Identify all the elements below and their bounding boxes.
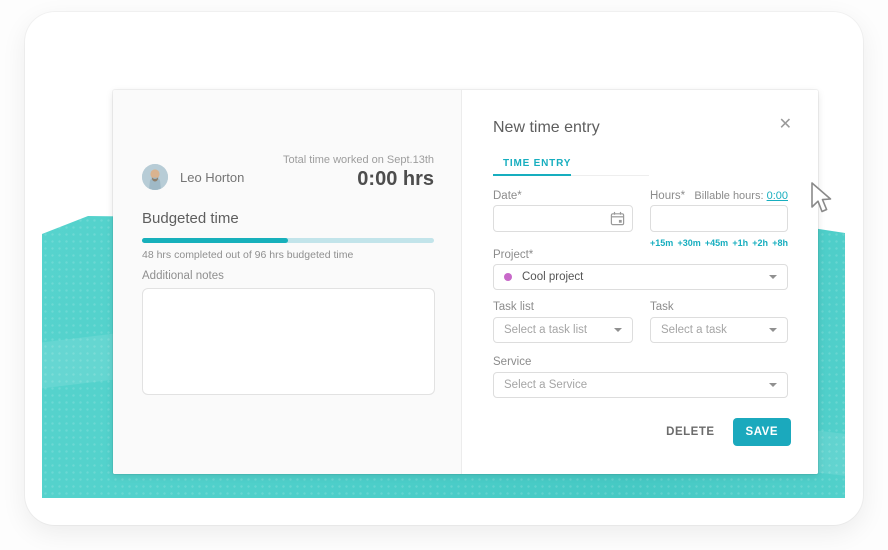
time-entry-modal: Leo Horton Total time worked on Sept.13t… [113,90,818,474]
tab-active-underline [493,174,571,176]
new-time-entry-panel: New time entry ✕ TIME ENTRY Date* Hours*… [462,90,818,474]
service-placeholder: Select a Service [504,379,588,391]
date-label: Date* [493,190,522,202]
billable-hours-label: Billable hours: [694,190,764,202]
project-color-dot [504,273,512,281]
additional-notes-textarea[interactable] [142,288,435,395]
quick-add-2h[interactable]: +2h [752,238,768,248]
budgeted-time-title: Budgeted time [142,210,239,227]
task-list-label: Task list [493,301,534,313]
quick-add-hours-row: +15m +30m +45m +1h +2h +8h [650,238,788,248]
task-list-select[interactable]: Select a task list [493,317,633,343]
chevron-down-icon [769,383,777,387]
quick-add-30m[interactable]: +30m [677,238,700,248]
dialog-title: New time entry [493,119,600,136]
quick-add-1h[interactable]: +1h [732,238,748,248]
billable-hours: Billable hours: 0:00 [694,190,788,202]
calendar-icon[interactable] [610,211,625,226]
project-label: Project* [493,249,534,261]
chevron-down-icon [614,328,622,332]
user-row: Leo Horton Total time worked on Sept.13t… [142,154,434,198]
close-icon[interactable]: ✕ [779,117,792,133]
budget-summary-panel: Leo Horton Total time worked on Sept.13t… [113,90,462,474]
quick-add-45m[interactable]: +45m [705,238,728,248]
task-label: Task [650,301,674,313]
app-frame: Leo Horton Total time worked on Sept.13t… [25,12,863,525]
avatar-image [142,164,168,190]
task-placeholder: Select a task [661,324,727,336]
wave-highlight-band [42,333,114,389]
delete-button[interactable]: DELETE [666,426,714,438]
task-list-placeholder: Select a task list [504,324,588,336]
quick-add-8h[interactable]: +8h [772,238,788,248]
dialog-actions: DELETE SAVE [666,418,791,446]
chevron-down-icon [769,328,777,332]
save-button[interactable]: SAVE [732,418,791,446]
user-name: Leo Horton [180,170,245,185]
additional-notes-label: Additional notes [142,270,224,282]
chevron-down-icon [769,275,777,279]
service-select[interactable]: Select a Service [493,372,788,398]
hours-input[interactable] [650,205,788,232]
billable-hours-value-link[interactable]: 0:00 [767,190,788,202]
task-select[interactable]: Select a task [650,317,788,343]
progress-fill [142,238,288,243]
total-time-value: 0:00 hrs [357,168,434,190]
service-label: Service [493,356,532,368]
tab-time-entry[interactable]: TIME ENTRY [493,158,581,169]
total-time-block: Total time worked on Sept.13th 0:00 hrs [283,154,434,191]
project-selected-value: Cool project [522,271,584,283]
budget-progress-bar [142,238,434,243]
total-time-label: Total time worked on Sept.13th [282,154,434,166]
screen: Leo Horton Total time worked on Sept.13t… [0,0,888,550]
quick-add-15m[interactable]: +15m [650,238,673,248]
project-select[interactable]: Cool project [493,264,788,290]
budget-progress-caption: 48 hrs completed out of 96 hrs budgeted … [142,249,354,261]
user-avatar [142,164,168,190]
hours-label: Hours* [650,190,686,202]
